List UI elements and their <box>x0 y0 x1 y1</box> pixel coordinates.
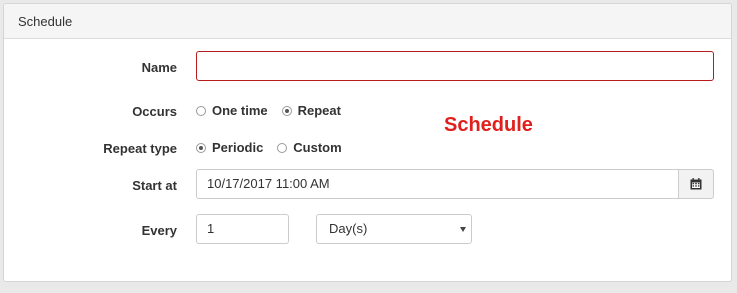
occurs-repeat-label: Repeat <box>297 103 341 118</box>
occurs-repeat-option[interactable]: Repeat <box>281 103 341 118</box>
start-at-label: Start at <box>132 178 177 193</box>
every-input[interactable]: 1 <box>196 214 289 244</box>
occurs-label: Occurs <box>132 104 177 119</box>
repeat-type-periodic-label: Periodic <box>212 140 264 155</box>
occurs-one-time-option[interactable]: One time <box>196 103 268 118</box>
start-at-datetime-group: 10/17/2017 11:00 AM <box>196 169 714 199</box>
repeat-type-radio-group: Periodic Custom <box>196 140 356 155</box>
occurs-one-time-label: One time <box>212 103 268 118</box>
every-label: Every <box>141 223 177 238</box>
repeat-type-custom-option[interactable]: Custom <box>277 140 342 155</box>
panel-title: Schedule <box>4 4 731 39</box>
caret-down-icon <box>460 227 466 232</box>
schedule-annotation: Schedule <box>444 114 533 136</box>
start-at-input[interactable]: 10/17/2017 11:00 AM <box>196 169 678 199</box>
repeat-type-custom-label: Custom <box>293 140 342 155</box>
radio-checked-icon[interactable] <box>281 105 292 116</box>
radio-unchecked-icon[interactable] <box>196 105 206 116</box>
every-unit-value: Day(s) <box>329 221 368 236</box>
name-input[interactable] <box>196 51 714 81</box>
calendar-icon <box>690 178 702 190</box>
every-unit-select[interactable]: Day(s) <box>316 214 472 244</box>
repeat-type-label: Repeat type <box>103 141 177 156</box>
calendar-button[interactable] <box>678 169 714 199</box>
radio-checked-icon[interactable] <box>196 142 206 153</box>
occurs-radio-group: One time Repeat <box>196 103 355 118</box>
name-label: Name <box>141 60 177 75</box>
radio-unchecked-icon[interactable] <box>277 142 288 153</box>
repeat-type-periodic-option[interactable]: Periodic <box>196 140 263 155</box>
